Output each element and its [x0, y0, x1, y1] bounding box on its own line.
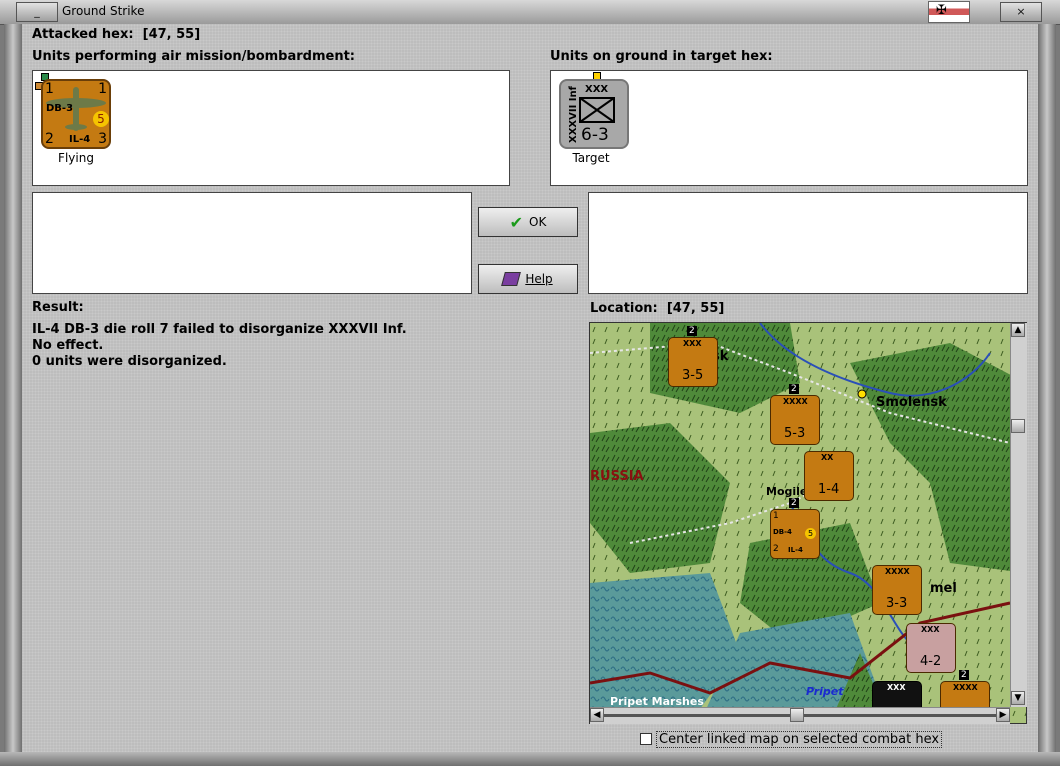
minimize-button[interactable]: _ [16, 2, 58, 22]
map-place-label: Pripet [806, 685, 844, 698]
result-label: Result: [32, 300, 84, 315]
scroll-left-icon[interactable]: ◀ [590, 708, 604, 722]
ok-button[interactable]: ✔ OK [478, 207, 578, 237]
map-vertical-scrollbar[interactable]: ▲ ▼ [1010, 323, 1027, 707]
location-label: Location: [47, 55] [590, 301, 725, 316]
location-value: [47, 55] [666, 301, 725, 316]
air-unit-counter[interactable]: 1 1 DB-3 5 2 IL-4 3 [41, 79, 111, 149]
result-line: IL-4 DB-3 die roll 7 failed to disorgani… [32, 322, 407, 337]
map-place-label: Mogile [766, 485, 808, 498]
map-counter[interactable]: XX 1-4 [804, 451, 854, 501]
scroll-up-icon[interactable]: ▲ [1011, 323, 1025, 337]
help-book-icon [501, 272, 522, 286]
close-button[interactable]: × [1000, 2, 1042, 22]
ground-unit-counter[interactable]: XXX XXXVII Inf 6-3 [559, 79, 629, 149]
scroll-down-icon[interactable]: ▼ [1011, 691, 1025, 705]
location-map[interactable]: Smolensk RUSSIA Mogile mel sk Pripet Pri… [589, 322, 1027, 724]
title-bar[interactable]: _ Ground Strike ✠ × [0, 0, 1060, 25]
air-units-header: Units performing air mission/bombardment… [32, 49, 356, 64]
attacked-hex-label: Attacked hex: [47, 55] [32, 27, 201, 42]
iron-cross-icon: ✠ [936, 3, 947, 18]
left-border [4, 24, 22, 752]
map-place-label: RUSSIA [590, 469, 644, 484]
air-unit-detail-panel [32, 192, 472, 294]
map-counter[interactable]: 1 DB-4 5 2 IL-4 2 [770, 498, 820, 559]
attacked-hex-value: [47, 55] [142, 27, 201, 42]
window-title: Ground Strike [62, 4, 145, 18]
ground-unit-detail-panel [588, 192, 1028, 294]
scroll-thumb-vertical[interactable] [1011, 419, 1025, 433]
map-place-label: Smolensk [876, 395, 947, 410]
center-map-checkbox-label[interactable]: Center linked map on selected combat hex [656, 731, 943, 748]
scroll-right-icon[interactable]: ▶ [996, 708, 1010, 722]
map-counter[interactable]: XXXX 5-3 2 [770, 384, 820, 445]
map-counter[interactable]: XXXX 3-3 [872, 565, 922, 615]
result-line: No effect. [32, 338, 104, 353]
center-map-checkbox[interactable] [640, 733, 652, 745]
right-border [1038, 24, 1056, 752]
map-counter[interactable]: XXX 4-2 [906, 623, 956, 673]
map-counter[interactable]: XXX 3-5 2 [668, 326, 718, 387]
bottom-border [0, 752, 1060, 766]
ground-units-panel[interactable]: XXX XXXVII Inf 6-3 Target [550, 70, 1028, 186]
help-button[interactable]: Help [478, 264, 578, 294]
checkmark-icon: ✔ [509, 212, 524, 232]
infantry-symbol-icon [579, 97, 615, 123]
map-horizontal-scrollbar[interactable]: ◀ ▶ [590, 707, 1010, 724]
strength-badge: 5 [93, 111, 109, 127]
result-line: 0 units were disorganized. [32, 354, 227, 369]
air-units-panel[interactable]: 1 1 DB-3 5 2 IL-4 3 Flying [32, 70, 510, 186]
air-unit-caption: Flying [58, 151, 94, 165]
map-place-label: mel [930, 581, 957, 596]
ground-units-header: Units on ground in target hex: [550, 49, 773, 64]
scroll-thumb-horizontal[interactable] [790, 708, 804, 722]
ground-unit-caption: Target [572, 151, 610, 165]
